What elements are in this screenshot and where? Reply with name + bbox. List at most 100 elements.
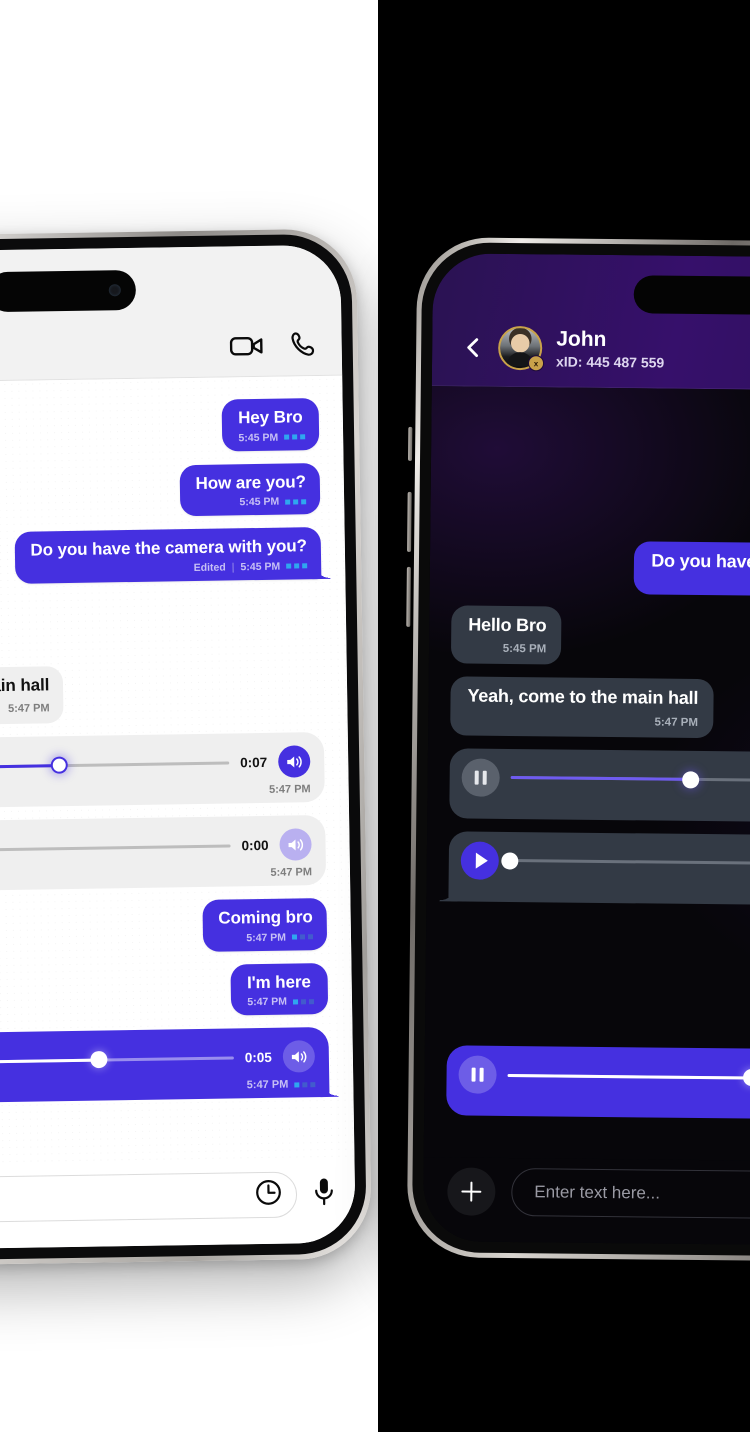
message-row: Coming bro 5:47 PM	[0, 898, 328, 957]
outgoing-bubble[interactable]: Do you have the camera with you? Edited …	[14, 527, 322, 584]
voice-progress-slider[interactable]	[510, 773, 750, 787]
message-time: 5:47 PM	[7, 702, 50, 716]
message-meta: 5:47 PM	[467, 711, 698, 731]
incoming-voice-note[interactable]: 0:07 5:47 PM	[0, 732, 325, 811]
outgoing-voice-note[interactable]: 0:05 5:47 PM	[0, 1027, 330, 1106]
voice-note-controls: 0:00	[460, 841, 750, 884]
message-text: Do you have the camera with you?	[30, 536, 308, 560]
pause-button[interactable]	[458, 1055, 497, 1095]
clock-icon[interactable]	[255, 1179, 282, 1211]
input-placeholder: Enter text here...	[0, 1186, 245, 1210]
dark-message-list[interactable]: Hey Bro 5:45 PM How are you? 5:45 PM	[423, 386, 750, 1163]
message-row: I'm here 5:47 PM	[447, 980, 750, 1038]
read-receipt-icon	[286, 563, 308, 569]
volume-down-button[interactable]	[406, 566, 411, 627]
light-text-input[interactable]: Enter text here...	[0, 1171, 298, 1225]
read-receipt-icon	[294, 1081, 316, 1088]
microphone-icon[interactable]	[313, 1176, 336, 1211]
dark-contact-info: John xID: 445 487 559	[556, 328, 665, 370]
phone-call-icon[interactable]	[289, 331, 315, 358]
outgoing-voice-note[interactable]: 0:05 5:47 PM	[446, 1045, 750, 1121]
message-meta: Edited | 5:45 PM	[31, 560, 308, 576]
message-time: 5:47	[460, 882, 750, 899]
plus-icon[interactable]	[447, 1167, 496, 1216]
message-row: 0:07 5:47	[449, 748, 750, 824]
light-message-list[interactable]: Hey Bro 5:45 PM How are you? 5:45 PM Do …	[0, 376, 355, 1170]
read-receipt-icon	[284, 434, 306, 440]
dynamic-island-light	[0, 269, 137, 313]
light-phone-bezel: John xID: 445 487 559 Hey Bro	[0, 233, 367, 1263]
incoming-bubble[interactable]: Yeah, come to the main hall 5:47 PM	[0, 666, 64, 728]
dark-text-input[interactable]: Enter text here...	[511, 1168, 750, 1221]
play-button[interactable]	[460, 841, 500, 880]
mute-switch[interactable]	[408, 426, 413, 461]
light-composer: Enter text here...	[0, 1160, 356, 1252]
read-receipt-icon	[285, 498, 307, 505]
volume-up-button[interactable]	[407, 491, 412, 552]
incoming-voice-note[interactable]: 0:00 5:47	[448, 831, 750, 907]
message-meta: 5:47 PM	[247, 995, 315, 1008]
light-phone-screen: John xID: 445 487 559 Hey Bro	[0, 244, 356, 1252]
incoming-voice-note[interactable]: 0:07 5:47	[449, 748, 750, 824]
message-row: How are you? 5:45 PM	[452, 474, 750, 532]
outgoing-bubble[interactable]: How are you? 5:45 PM	[179, 462, 321, 517]
message-meta: 5:47 PM	[0, 1078, 316, 1098]
voice-progress-slider[interactable]	[0, 758, 230, 773]
message-row: 0:00 5:47	[448, 831, 750, 907]
avatar[interactable]: x	[497, 325, 545, 372]
message-meta: 5:45 PM	[196, 495, 307, 509]
outgoing-bubble[interactable]: Hey Bro 5:45 PM	[221, 398, 320, 452]
speaker-icon[interactable]	[282, 1040, 316, 1073]
message-row: 0:05 5:47 PM	[0, 1027, 330, 1106]
voice-progress-slider[interactable]	[507, 1071, 750, 1085]
incoming-voice-note[interactable]: 0:00 5:47 PM	[0, 815, 327, 894]
light-header-actions	[229, 331, 315, 362]
voice-note-controls: 0:07	[461, 758, 750, 801]
incoming-bubble[interactable]: Hello Bro 5:45 PM	[450, 605, 562, 665]
message-time: 5:47	[461, 799, 750, 816]
message-text: Coming bro	[218, 907, 313, 929]
voice-progress-slider[interactable]	[503, 854, 750, 868]
message-meta: 5:47 PM	[0, 699, 50, 720]
message-time: 5:45 PM	[240, 560, 281, 573]
voice-progress-slider[interactable]	[0, 844, 231, 853]
message-time: 5:47 PM	[246, 931, 287, 944]
incoming-bubble[interactable]: Yeah, come to the main hall 5:47 PM	[450, 676, 714, 739]
back-chevron-icon[interactable]	[462, 336, 484, 358]
speaker-icon[interactable]	[279, 828, 312, 862]
message-row: How are you? 5:45 PM	[0, 462, 321, 522]
message-row: Do you have the camera with you? Edited …	[452, 540, 750, 598]
message-row: 0:05 5:47 PM	[446, 1045, 750, 1121]
dark-chat-header: x John xID: 445 487 559	[431, 253, 750, 392]
message-row: Hey Bro 5:45 PM	[0, 398, 320, 457]
light-phone-mockup: John xID: 445 487 559 Hey Bro	[0, 228, 373, 1268]
message-time: 5:45 PM	[238, 431, 279, 445]
message-meta: 5:45 PM	[468, 639, 547, 658]
message-text: Hey Bro	[238, 407, 303, 428]
message-row: Yeah, come to the main hall 5:47 PM	[0, 662, 324, 728]
message-text: Do you have the camera with you?	[651, 550, 750, 574]
message-row: Hey Bro 5:45 PM	[453, 408, 750, 466]
message-row: Hello Bro 5:45 PM	[0, 592, 322, 657]
outgoing-bubble[interactable]: Coming bro 5:47 PM	[202, 898, 328, 952]
voice-progress-slider[interactable]	[0, 1053, 234, 1067]
read-receipt-icon	[291, 934, 314, 940]
message-row: Yeah, come to the main hall 5:47 PM	[450, 676, 750, 741]
outgoing-bubble[interactable]: I'm here 5:47 PM	[230, 962, 329, 1016]
verified-badge-icon: x	[527, 355, 545, 372]
message-time: 5:45 PM	[502, 643, 547, 656]
pause-button[interactable]	[461, 758, 500, 797]
message-row: 0:07 5:47 PM	[0, 732, 325, 811]
message-text: Hello Bro	[468, 614, 547, 636]
outgoing-bubble[interactable]: Do you have the camera with you? Edited …	[633, 541, 750, 598]
message-time: 5:47 PM	[654, 716, 699, 729]
message-text: Yeah, come to the main hall	[467, 685, 699, 709]
speaker-icon[interactable]	[277, 745, 311, 779]
message-row: Hello Bro 5:45 PM	[450, 605, 750, 669]
video-camera-icon[interactable]	[229, 334, 264, 359]
message-meta: 5:47 PM	[458, 1097, 750, 1114]
message-meta: 5:47 PM	[219, 931, 314, 944]
message-row: Do you have the camera with you? Edited …	[0, 527, 322, 586]
voice-note-controls: 0:00	[0, 826, 312, 872]
voice-note-controls: 0:05	[458, 1055, 750, 1099]
